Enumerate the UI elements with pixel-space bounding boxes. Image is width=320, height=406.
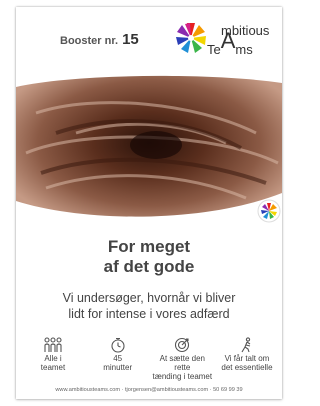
feature-ignition: At sætte den rette tænding i teamet — [151, 337, 213, 381]
logo-ms: ms — [235, 42, 253, 57]
subtitle-line1: Vi undersøger, hvornår vi bliver — [62, 291, 236, 305]
contact-footer: www.ambitiousteams.com · tjorgensen@ambi… — [55, 387, 243, 393]
subtitle: Vi undersøger, hvornår vi bliver lidt fo… — [16, 290, 282, 322]
feature-essentials-line1: Vi får talt om — [224, 354, 270, 363]
feature-team: Alle i teamet — [22, 337, 84, 379]
color-burst-icon — [176, 23, 206, 53]
target-icon — [175, 337, 190, 353]
ambitious-teams-logo: mbitious TeAms — [175, 22, 275, 58]
title-line2: af det gode — [103, 257, 195, 276]
logo-a: A — [220, 28, 236, 53]
walking-person-icon — [241, 337, 251, 353]
feature-ignition-line2: tænding i teamet — [152, 372, 213, 381]
logo-line2: TeAms — [207, 30, 253, 58]
chocolate-swirl-image — [16, 75, 282, 233]
feature-essentials-line2: det essentielle — [221, 363, 273, 372]
feature-ignition-line1: At sætte den rette — [159, 354, 205, 372]
subtitle-line2: lidt for intense i vores adfærd — [68, 307, 230, 321]
booster-text: Booster nr. — [60, 35, 119, 47]
team-icon — [44, 337, 62, 352]
stopwatch-icon — [111, 337, 125, 353]
feature-row: Alle i teamet 45 minutter At sætte den r… — [22, 337, 278, 381]
feature-duration-line1: 45 — [113, 354, 123, 363]
feature-duration: 45 minutter — [87, 337, 149, 379]
feature-duration-line2: minutter — [103, 363, 133, 372]
booster-number: 15 — [122, 31, 139, 48]
title-line1: For meget — [107, 237, 191, 256]
feature-team-line2: teamet — [40, 363, 66, 372]
logo-te: Te — [207, 42, 221, 57]
booster-card: Booster nr. 15 mbitious TeAms For meget … — [16, 7, 282, 399]
page-title: For meget af det gode — [16, 237, 282, 277]
feature-team-line1: Alle i — [44, 354, 62, 363]
feature-essentials: Vi får talt om det essentielle — [216, 337, 278, 379]
booster-label: Booster nr. 15 — [60, 31, 139, 48]
